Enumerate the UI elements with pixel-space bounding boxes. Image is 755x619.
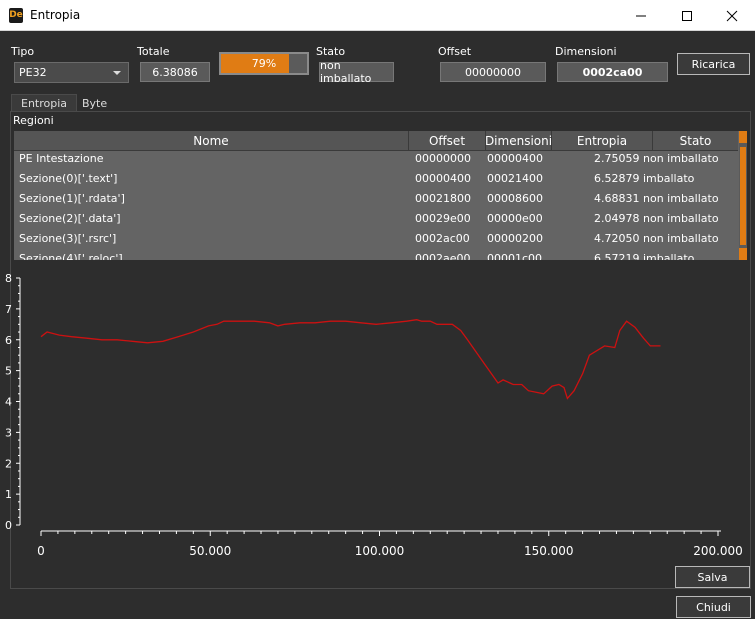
cell-entropia: 4.72050 <box>594 232 640 245</box>
chevron-down-icon <box>113 71 121 75</box>
y-tick-label: 4 <box>5 396 12 409</box>
minimize-icon <box>636 15 646 16</box>
table-scrollbar[interactable] <box>739 131 747 260</box>
regions-table[interactable]: Nome Offset Dimensioni Entropia Stato PE… <box>14 131 747 260</box>
table-row[interactable]: PE Intestazione 00000000 00000400 2.7505… <box>14 149 738 169</box>
x-tick-label: 0 <box>37 544 45 558</box>
cell-stato: non imballato <box>643 212 719 225</box>
cell-entropia: 2.04978 <box>594 212 640 225</box>
close-button[interactable]: Chiudi <box>676 596 751 618</box>
y-tick-label: 7 <box>5 303 12 316</box>
cell-entropia: 6.57219 <box>594 252 640 260</box>
table-row[interactable]: Sezione(0)['.text'] 00000400 00021400 6.… <box>14 169 738 189</box>
cell-nome: Sezione(0)['.text'] <box>19 172 118 185</box>
table-row[interactable]: Sezione(2)['.data'] 00029e00 00000e00 2.… <box>14 209 738 229</box>
x-tick-label: 200.000 <box>693 544 743 558</box>
offset-label: Offset <box>438 45 472 58</box>
x-tick-label: 50.000 <box>189 544 231 558</box>
tipo-value: PE32 <box>19 66 47 79</box>
y-tick-label: 5 <box>5 365 12 378</box>
title-bar: De Entropia <box>0 0 755 31</box>
cell-stato: imballato <box>643 252 695 260</box>
y-tick-label: 6 <box>5 334 12 347</box>
tipo-label: Tipo <box>11 45 35 58</box>
cell-offset: 0002ae00 <box>415 252 471 260</box>
cell-nome: PE Intestazione <box>19 152 104 165</box>
cell-dimensioni: 00000200 <box>487 232 543 245</box>
stato-field: non imballato <box>319 59 394 85</box>
cell-entropia: 2.75059 <box>594 152 640 165</box>
y-tick-label: 3 <box>5 426 12 439</box>
cell-dimensioni: 00008600 <box>487 192 543 205</box>
cell-offset: 00000000 <box>415 152 471 165</box>
scroll-up-arrow-icon[interactable] <box>739 131 747 143</box>
cell-offset: 00000400 <box>415 172 471 185</box>
close-window-button[interactable] <box>709 0 755 31</box>
window-title: Entropia <box>30 8 81 22</box>
stato-label: Stato <box>316 45 346 58</box>
column-header-entropia[interactable]: Entropia <box>552 131 653 151</box>
y-tick-label: 8 <box>5 272 12 285</box>
cell-dimensioni: 00000e00 <box>487 212 543 225</box>
column-header-stato[interactable]: Stato <box>653 131 738 151</box>
column-header-nome[interactable]: Nome <box>14 131 409 151</box>
regions-label: Regioni <box>13 114 54 127</box>
table-header: Nome Offset Dimensioni Entropia Stato <box>14 131 738 151</box>
tipo-select[interactable]: PE32 <box>14 62 129 83</box>
cell-dimensioni: 00021400 <box>487 172 543 185</box>
cell-stato: imballato <box>643 172 695 185</box>
cell-offset: 0002ac00 <box>415 232 470 245</box>
cell-dimensioni: 00000400 <box>487 152 543 165</box>
cell-nome: Sezione(1)['.rdata'] <box>19 192 125 205</box>
tab-entropia[interactable]: Entropia <box>11 94 78 112</box>
cell-stato: non imballato <box>643 232 719 245</box>
x-tick-label: 150.000 <box>524 544 574 558</box>
save-button[interactable]: Salva <box>675 566 750 588</box>
minimize-button[interactable] <box>618 0 664 31</box>
table-row[interactable]: Sezione(3)['.rsrc'] 0002ac00 00000200 4.… <box>14 229 738 249</box>
y-tick-label: 0 <box>5 519 12 532</box>
cell-dimensioni: 00001c00 <box>487 252 543 260</box>
totale-field: 6.38086 <box>140 62 210 82</box>
entropy-chart: 0 1 2 3 4 5 6 7 8 0 50.000 100.000 150.000 200.000 <box>5 272 743 558</box>
reload-button[interactable]: Ricarica <box>677 53 750 75</box>
y-tick-label: 1 <box>5 488 12 501</box>
entropy-progress-bar: 79% <box>219 52 309 75</box>
cell-nome: Sezione(2)['.data'] <box>19 212 121 225</box>
y-tick-label: 2 <box>5 457 12 470</box>
cell-stato: non imballato <box>643 152 719 165</box>
table-row[interactable]: Sezione(1)['.rdata'] 00021800 00008600 4… <box>14 189 738 209</box>
progress-text: 79% <box>251 57 277 70</box>
maximize-button[interactable] <box>664 0 710 31</box>
tab-byte[interactable]: Byte <box>73 94 116 112</box>
scroll-thumb[interactable] <box>740 147 746 245</box>
dimensioni-label: Dimensioni <box>555 45 617 58</box>
cell-offset: 00029e00 <box>415 212 471 225</box>
column-header-dimensioni[interactable]: Dimensioni <box>485 131 552 151</box>
cell-entropia: 6.52879 <box>594 172 640 185</box>
app-icon: De <box>9 8 23 23</box>
cell-stato: non imballato <box>643 192 719 205</box>
cell-nome: Sezione(4)['.reloc'] <box>19 252 123 260</box>
cell-entropia: 4.68831 <box>594 192 640 205</box>
table-row[interactable]: Sezione(4)['.reloc'] 0002ae00 00001c00 6… <box>14 249 738 260</box>
close-icon <box>726 10 738 21</box>
maximize-icon <box>682 10 692 21</box>
x-tick-label: 100.000 <box>355 544 405 558</box>
entropy-series-line <box>40 319 661 400</box>
cell-nome: Sezione(3)['.rsrc'] <box>19 232 117 245</box>
scroll-down-arrow-icon[interactable] <box>739 248 747 260</box>
totale-label: Totale <box>137 45 170 58</box>
dimensioni-field: 0002ca00 <box>557 62 668 82</box>
cell-offset: 00021800 <box>415 192 471 205</box>
offset-field: 00000000 <box>440 62 546 82</box>
column-header-offset[interactable]: Offset <box>409 131 486 151</box>
